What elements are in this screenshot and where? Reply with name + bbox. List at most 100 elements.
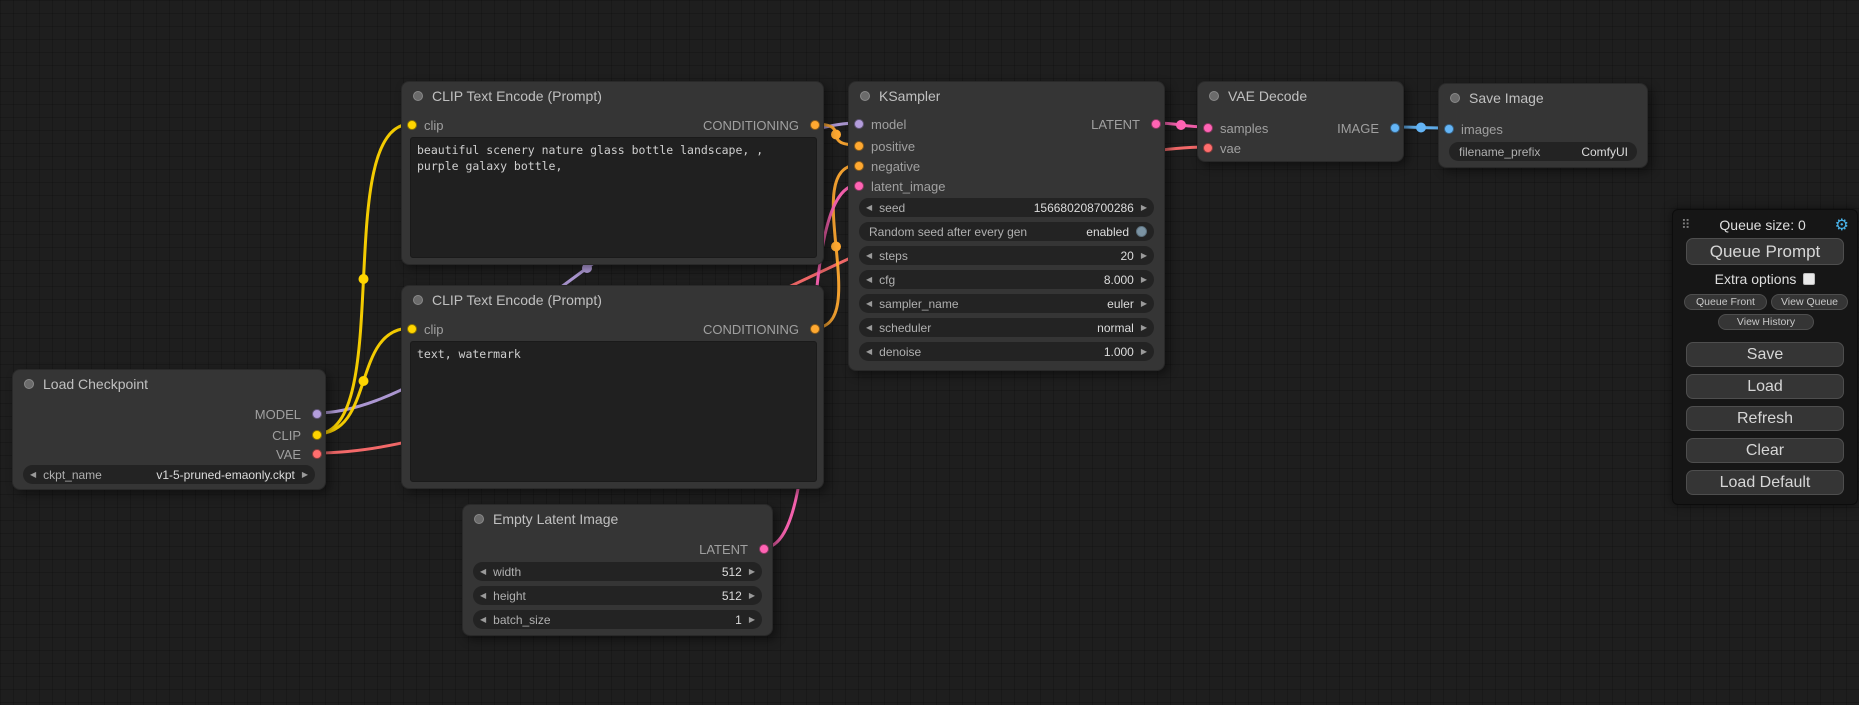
- node-title-bar[interactable]: CLIP Text Encode (Prompt): [402, 82, 823, 110]
- collapse-dot-icon[interactable]: [1209, 91, 1219, 101]
- node-vae-decode[interactable]: VAE Decode samples IMAGE vae: [1197, 81, 1404, 162]
- clear-button[interactable]: Clear: [1686, 438, 1844, 463]
- view-history-button[interactable]: View History: [1718, 314, 1814, 330]
- decrement-arrow-icon[interactable]: ◀: [866, 300, 872, 308]
- output-slot-model[interactable]: [312, 409, 322, 419]
- input-label-latent-image: latent_image: [871, 180, 945, 193]
- toggle-knob-icon[interactable]: [1136, 226, 1147, 237]
- input-slot-vae[interactable]: [1203, 143, 1213, 153]
- widget-value: enabled: [1086, 225, 1129, 239]
- collapse-dot-icon[interactable]: [413, 91, 423, 101]
- link-midpoint-dot: [831, 130, 841, 140]
- widget-label: steps: [879, 249, 1120, 263]
- node-title: KSampler: [879, 88, 940, 104]
- queue-panel[interactable]: ⠿ Queue size: 0 ⚙ Queue Prompt Extra opt…: [1672, 209, 1858, 505]
- widget-value: normal: [1097, 321, 1134, 335]
- input-slot-latent-image[interactable]: [854, 181, 864, 191]
- widget-filename-prefix[interactable]: filename_prefix ComfyUI: [1449, 142, 1637, 161]
- widget-batch-size[interactable]: ◀ batch_size 1 ▶: [473, 610, 762, 629]
- output-slot-clip[interactable]: [312, 430, 322, 440]
- widget-scheduler[interactable]: ◀ scheduler normal ▶: [859, 318, 1154, 337]
- input-slot-images[interactable]: [1444, 124, 1454, 134]
- widget-height[interactable]: ◀ height 512 ▶: [473, 586, 762, 605]
- input-slot-clip[interactable]: [407, 120, 417, 130]
- node-title-bar[interactable]: Load Checkpoint: [13, 370, 325, 398]
- increment-arrow-icon[interactable]: ▶: [1141, 300, 1147, 308]
- widget-sampler-name[interactable]: ◀ sampler_name euler ▶: [859, 294, 1154, 313]
- input-slot-negative[interactable]: [854, 161, 864, 171]
- widget-denoise[interactable]: ◀ denoise 1.000 ▶: [859, 342, 1154, 361]
- increment-arrow-icon[interactable]: ▶: [1141, 252, 1147, 260]
- extra-options-checkbox[interactable]: [1803, 273, 1815, 285]
- increment-arrow-icon[interactable]: ▶: [1141, 324, 1147, 332]
- widget-ckpt-name[interactable]: ◀ ckpt_name v1-5-pruned-emaonly.ckpt ▶: [23, 465, 315, 484]
- drag-handle-icon[interactable]: ⠿: [1681, 218, 1691, 233]
- collapse-dot-icon[interactable]: [413, 295, 423, 305]
- collapse-dot-icon[interactable]: [474, 514, 484, 524]
- node-title-bar[interactable]: Save Image: [1439, 84, 1647, 112]
- widget-value: 8.000: [1104, 273, 1134, 287]
- input-slot-samples[interactable]: [1203, 123, 1213, 133]
- widget-width[interactable]: ◀ width 512 ▶: [473, 562, 762, 581]
- decrement-arrow-icon[interactable]: ◀: [866, 324, 872, 332]
- node-load-checkpoint[interactable]: Load Checkpoint MODEL CLIP VAE ◀ ckpt_na…: [12, 369, 326, 490]
- input-slot-model[interactable]: [854, 119, 864, 129]
- node-clip-text-encode-positive[interactable]: CLIP Text Encode (Prompt) clip CONDITION…: [401, 81, 824, 265]
- link-midpoint-dot: [1416, 123, 1426, 133]
- increment-arrow-icon[interactable]: ▶: [749, 592, 755, 600]
- negative-prompt-textarea[interactable]: text, watermark: [410, 341, 817, 482]
- node-title-bar[interactable]: CLIP Text Encode (Prompt): [402, 286, 823, 314]
- output-slot-latent[interactable]: [759, 544, 769, 554]
- widget-value: 1.000: [1104, 345, 1134, 359]
- increment-arrow-icon[interactable]: ▶: [749, 568, 755, 576]
- increment-arrow-icon[interactable]: ▶: [1141, 276, 1147, 284]
- node-title-bar[interactable]: VAE Decode: [1198, 82, 1403, 110]
- collapse-dot-icon[interactable]: [1450, 93, 1460, 103]
- output-slot-vae[interactable]: [312, 449, 322, 459]
- decrement-arrow-icon[interactable]: ◀: [866, 348, 872, 356]
- output-slot-conditioning[interactable]: [810, 324, 820, 334]
- node-title-bar[interactable]: Empty Latent Image: [463, 505, 772, 533]
- input-label-vae: vae: [1220, 142, 1241, 155]
- node-graph-canvas[interactable]: Load Checkpoint MODEL CLIP VAE ◀ ckpt_na…: [0, 0, 1859, 705]
- decrement-arrow-icon[interactable]: ◀: [480, 568, 486, 576]
- decrement-arrow-icon[interactable]: ◀: [866, 252, 872, 260]
- decrement-arrow-icon[interactable]: ◀: [480, 616, 486, 624]
- load-default-button[interactable]: Load Default: [1686, 470, 1844, 495]
- output-label-model: MODEL: [255, 408, 301, 421]
- output-slot-image[interactable]: [1390, 123, 1400, 133]
- widget-steps[interactable]: ◀ steps 20 ▶: [859, 246, 1154, 265]
- widget-cfg[interactable]: ◀ cfg 8.000 ▶: [859, 270, 1154, 289]
- decrement-arrow-icon[interactable]: ◀: [866, 204, 872, 212]
- increment-arrow-icon[interactable]: ▶: [1141, 348, 1147, 356]
- load-button[interactable]: Load: [1686, 374, 1844, 399]
- decrement-arrow-icon[interactable]: ◀: [30, 471, 36, 479]
- input-label-images: images: [1461, 123, 1503, 136]
- view-queue-button[interactable]: View Queue: [1771, 294, 1848, 310]
- widget-value: euler: [1107, 297, 1134, 311]
- settings-gear-icon[interactable]: ⚙: [1835, 217, 1849, 233]
- increment-arrow-icon[interactable]: ▶: [749, 616, 755, 624]
- queue-prompt-button[interactable]: Queue Prompt: [1686, 238, 1844, 265]
- decrement-arrow-icon[interactable]: ◀: [480, 592, 486, 600]
- increment-arrow-icon[interactable]: ▶: [1141, 204, 1147, 212]
- node-save-image[interactable]: Save Image images filename_prefix ComfyU…: [1438, 83, 1648, 168]
- positive-prompt-textarea[interactable]: beautiful scenery nature glass bottle la…: [410, 137, 817, 258]
- increment-arrow-icon[interactable]: ▶: [302, 471, 308, 479]
- queue-front-button[interactable]: Queue Front: [1684, 294, 1767, 310]
- widget-random-seed-toggle[interactable]: Random seed after every gen enabled: [859, 222, 1154, 241]
- collapse-dot-icon[interactable]: [860, 91, 870, 101]
- widget-seed[interactable]: ◀ seed 156680208700286 ▶: [859, 198, 1154, 217]
- node-empty-latent-image[interactable]: Empty Latent Image LATENT ◀ width 512 ▶ …: [462, 504, 773, 636]
- input-slot-clip[interactable]: [407, 324, 417, 334]
- collapse-dot-icon[interactable]: [24, 379, 34, 389]
- output-slot-conditioning[interactable]: [810, 120, 820, 130]
- refresh-button[interactable]: Refresh: [1686, 406, 1844, 431]
- node-ksampler[interactable]: KSampler model LATENT positive negative …: [848, 81, 1165, 371]
- output-slot-latent[interactable]: [1151, 119, 1161, 129]
- input-slot-positive[interactable]: [854, 141, 864, 151]
- decrement-arrow-icon[interactable]: ◀: [866, 276, 872, 284]
- node-title-bar[interactable]: KSampler: [849, 82, 1164, 110]
- node-clip-text-encode-negative[interactable]: CLIP Text Encode (Prompt) clip CONDITION…: [401, 285, 824, 489]
- save-button[interactable]: Save: [1686, 342, 1844, 367]
